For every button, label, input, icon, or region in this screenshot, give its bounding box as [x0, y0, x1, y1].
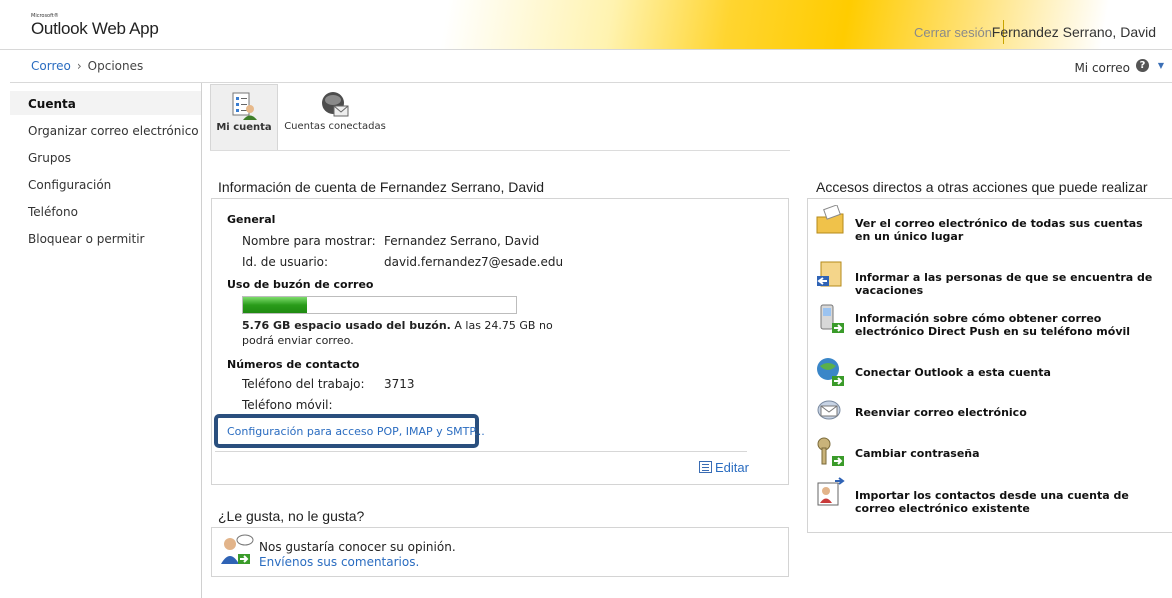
account-info-title: Información de cuenta de Fernandez Serra…: [218, 179, 545, 195]
forward-mail-icon: [817, 400, 841, 420]
pop-imap-smtp-settings-link[interactable]: Configuración para acceso POP, IMAP y SM…: [227, 425, 485, 438]
connected-accounts-icon: [322, 92, 349, 117]
shortcut-out-of-office[interactable]: Informar a las personas de que se encuen…: [855, 271, 1160, 297]
sidebar-item-phone[interactable]: Teléfono: [28, 205, 78, 219]
shortcut-view-all-accounts[interactable]: Ver el correo electrónico de todas sus c…: [855, 217, 1160, 243]
sidebar-item-groups[interactable]: Grupos: [28, 151, 71, 165]
my-mail-link[interactable]: Mi correo: [1074, 61, 1130, 75]
feedback-title: ¿Le gusta, no le gusta?: [218, 508, 365, 524]
shortcut-import-contacts[interactable]: Importar los contactos desde una cuenta …: [855, 489, 1160, 515]
outlook-logo: Microsoft® Outlook Web App: [31, 13, 159, 39]
tab-my-account-label: Mi cuenta: [216, 122, 272, 133]
help-dropdown-icon[interactable]: ▼: [1158, 61, 1164, 70]
globe-outlook-icon: [817, 358, 844, 386]
edit-label: Editar: [715, 460, 749, 475]
breadcrumb-mail-link[interactable]: Correo: [31, 59, 71, 73]
work-phone-value: 3713: [384, 377, 415, 391]
mailbox-usage-amount: 5.76 GB espacio usado del buzón.: [242, 319, 451, 332]
shortcut-direct-push[interactable]: Información sobre cómo obtener correo el…: [855, 312, 1160, 338]
shortcut-change-password[interactable]: Cambiar contraseña: [855, 447, 1160, 460]
display-name-label: Nombre para mostrar:: [242, 234, 376, 248]
edit-divider: [215, 451, 747, 452]
display-name-value: Fernandez Serrano, David: [384, 234, 540, 248]
shortcuts-title: Accesos directos a otras acciones que pu…: [816, 179, 1148, 195]
breadcrumb: Correo › Opciones: [31, 59, 143, 73]
sidebar-item-organize-mail[interactable]: Organizar correo electrónico: [28, 124, 199, 138]
mailbox-usage-fill: [243, 297, 307, 313]
shortcut-connect-outlook[interactable]: Conectar Outlook a esta cuenta: [855, 366, 1160, 379]
keys-icon: [817, 437, 844, 466]
general-heading: General: [227, 213, 276, 226]
mobile-phone-icon: [820, 304, 844, 333]
folder-mail-icon: [816, 205, 844, 234]
mailbox-usage-text: 5.76 GB espacio usado del buzón. A las 2…: [242, 319, 553, 332]
options-sidebar: Cuenta Organizar correo electrónico Grup…: [10, 83, 202, 598]
tab-my-account[interactable]: Mi cuenta: [210, 84, 278, 150]
breadcrumb-separator: ›: [76, 59, 82, 73]
sidebar-item-block-allow[interactable]: Bloquear o permitir: [28, 232, 145, 246]
breadcrumb-current: Opciones: [87, 59, 144, 73]
feedback-icon: [221, 534, 254, 564]
tab-connected-accounts[interactable]: Cuentas conectadas: [282, 84, 388, 150]
work-phone-label: Teléfono del trabajo:: [242, 377, 365, 391]
my-account-icon: [232, 92, 257, 120]
edit-icon: [699, 461, 712, 473]
feedback-text: Nos gustaría conocer su opinión.: [259, 540, 456, 554]
brand-name: Outlook Web App: [31, 19, 159, 38]
sidebar-item-account[interactable]: Cuenta: [28, 97, 76, 111]
signout-link[interactable]: Cerrar sesión: [914, 25, 992, 40]
mobile-phone-label: Teléfono móvil:: [242, 398, 333, 412]
user-id-label: Id. de usuario:: [242, 255, 329, 269]
edit-button[interactable]: Editar: [699, 460, 749, 475]
user-id-value: david.fernandez7@esade.edu: [384, 255, 564, 269]
mailbox-usage-bar: [242, 296, 517, 314]
user-name[interactable]: Fernandez Serrano, David: [992, 24, 1156, 40]
shortcut-forward-mail[interactable]: Reenviar correo electrónico: [855, 406, 1160, 419]
import-contacts-icon: [817, 477, 845, 506]
top-bar: Microsoft® Outlook Web App Cerrar sesión…: [0, 0, 1172, 50]
sidebar-item-settings[interactable]: Configuración: [28, 178, 111, 192]
mailbox-usage-heading: Uso de buzón de correo: [227, 278, 374, 291]
send-feedback-link[interactable]: Envíenos sus comentarios.: [259, 555, 419, 569]
mailbox-usage-text-2: podrá enviar correo.: [242, 334, 354, 347]
mailbox-usage-limit: A las 24.75 GB no: [450, 319, 553, 332]
tab-connected-accounts-label: Cuentas conectadas: [284, 121, 386, 132]
out-of-office-icon: [817, 261, 842, 287]
help-icon[interactable]: ?: [1136, 59, 1149, 72]
contact-numbers-heading: Números de contacto: [227, 358, 360, 371]
tabs-divider: [210, 150, 790, 151]
